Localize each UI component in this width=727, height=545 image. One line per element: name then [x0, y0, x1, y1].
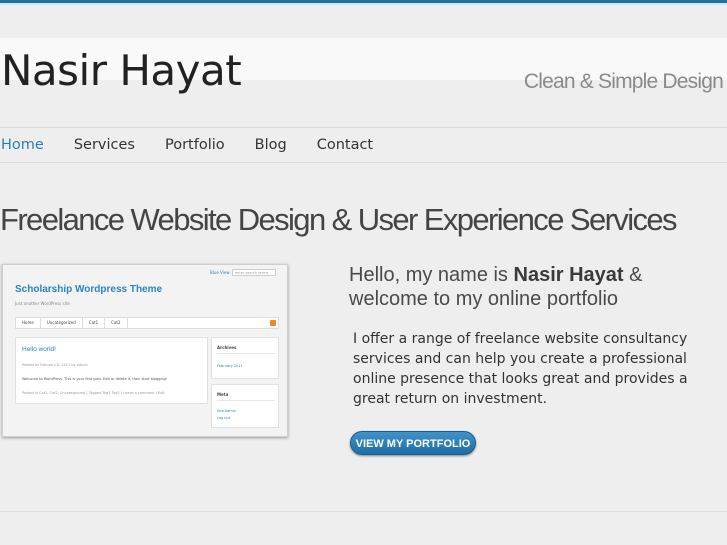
nav-bottom-divider: [0, 162, 727, 163]
top-accent-shadow: [0, 3, 727, 5]
preview-menu-item: Home: [16, 317, 41, 329]
footer-divider: [0, 511, 727, 512]
preview-archives-item: February 2011: [217, 364, 243, 368]
intro-greeting: Hello, my name is Nasir Hayat & welcome …: [349, 263, 709, 311]
intro-paragraph: I offer a range of freelance website con…: [353, 331, 688, 407]
preview-widget-divider: [217, 353, 275, 354]
site-title[interactable]: Nasir Hayat: [1, 50, 242, 92]
preview-archives-title: Archives: [217, 345, 237, 350]
preview-post-body: Welcome to WordPress. This is your first…: [22, 377, 168, 381]
preview-archives-widget: Archives February 2011: [211, 337, 279, 379]
preview-menu-item: Cat2: [105, 317, 128, 329]
main-nav: Home Services Portfolio Blog Contact: [0, 128, 403, 162]
nav-item-portfolio[interactable]: Portfolio: [165, 137, 225, 153]
theme-preview-image[interactable]: Scholarship Wordpress Theme Just another…: [2, 264, 288, 437]
site-tagline: Clean & Simple Design: [523, 70, 724, 93]
preview-top-links: Blue View: [210, 270, 230, 275]
preview-site-title: Scholarship Wordpress Theme: [15, 284, 163, 295]
rss-icon: [270, 320, 276, 326]
greeting-name: Nasir Hayat: [513, 264, 624, 286]
preview-post: Hello world! Posted on February 8, 2011 …: [15, 337, 208, 404]
preview-menu: Home Uncategorized Cat1 Cat2: [15, 317, 279, 329]
preview-meta-title: Meta: [217, 392, 229, 397]
preview-meta-item: Site Admin: [217, 409, 236, 413]
nav-item-services[interactable]: Services: [74, 137, 135, 153]
greeting-prefix: Hello, my name is: [349, 264, 514, 286]
preview-menu-item: Uncategorized: [41, 317, 83, 329]
nav-item-contact[interactable]: Contact: [317, 137, 373, 153]
preview-post-title: Hello world!: [22, 346, 56, 353]
page-headline: Freelance Website Design & User Experien…: [0, 202, 678, 237]
preview-meta-widget: Meta Site Admin Log out: [211, 384, 279, 428]
view-portfolio-button[interactable]: VIEW MY PORTFOLIO: [350, 431, 476, 455]
preview-search-box: enter search terms: [232, 269, 276, 276]
nav-item-home[interactable]: Home: [1, 137, 44, 153]
nav-item-blog[interactable]: Blog: [255, 137, 287, 153]
preview-post-meta: Posted on February 8, 2011 by admin: [22, 363, 88, 367]
preview-menu-item: Cat1: [83, 317, 106, 329]
preview-tagline: Just another WordPress site: [15, 301, 70, 306]
preview-meta-item: Log out: [217, 416, 231, 420]
preview-widget-divider: [217, 400, 275, 401]
preview-post-footer: Posted in Cat1, Cat2, Uncategorized | Ta…: [22, 391, 165, 395]
